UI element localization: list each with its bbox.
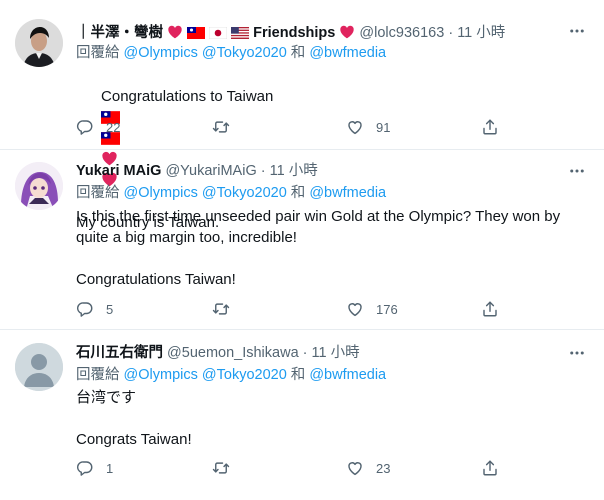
mention-link[interactable]: @bwfmedia [309, 185, 386, 201]
reply-prefix: 回覆給 [76, 367, 120, 383]
japan-flag-icon [209, 27, 227, 39]
default-profile-icon [15, 343, 63, 391]
tweet-3[interactable]: 石川五右衛門 @5uemon_Ishikawa · 11 小時 回覆給 @Oly… [0, 330, 604, 500]
like-count: 91 [376, 119, 391, 135]
reply-and: 和 [290, 45, 306, 61]
display-name[interactable]: ｜半澤・彎樹 [76, 25, 163, 41]
share-button[interactable] [481, 458, 499, 478]
action-bar: 1 23 [76, 458, 516, 478]
share-upload-icon [481, 118, 499, 136]
display-name[interactable]: 石川五右衛門 [76, 345, 163, 361]
like-count: 176 [376, 301, 398, 317]
replying-to: 回覆給 @Olympics @Tokyo2020 和 @bwfmedia [76, 365, 386, 385]
more-dots-icon[interactable] [568, 344, 586, 362]
like-button[interactable]: 23 [346, 458, 390, 478]
retweet-button[interactable] [212, 117, 242, 137]
reply-bubble-icon [76, 300, 94, 318]
reply-and: 和 [290, 185, 306, 201]
tweet-text: Is this the first time unseeded pair win… [76, 206, 566, 290]
timestamp[interactable]: 11 小時 [270, 163, 318, 179]
share-upload-icon [481, 300, 499, 318]
share-button[interactable] [481, 117, 499, 137]
mention-link[interactable]: @Tokyo2020 [202, 45, 287, 61]
mention-link[interactable]: @bwfmedia [309, 45, 386, 61]
separator-dot: · [260, 163, 266, 179]
heart-outline-icon [346, 459, 364, 477]
retweet-button[interactable] [212, 299, 242, 319]
action-bar: 5 176 [76, 299, 516, 319]
avatar[interactable] [15, 343, 63, 391]
mention-link[interactable]: @bwfmedia [309, 367, 386, 383]
separator-dot: · [448, 25, 454, 41]
mention-link[interactable]: @Olympics [124, 185, 198, 201]
avatar[interactable] [15, 162, 63, 210]
tweet-text-content: Is this the first time unseeded pair win… [76, 208, 561, 288]
tweet-2[interactable]: Yukari MAiG @YukariMAiG · 11 小時 回覆給 @Oly… [0, 150, 604, 330]
replying-to: 回覆給 @Olympics @Tokyo2020 和 @bwfmedia [76, 183, 386, 203]
mention-link[interactable]: @Tokyo2020 [202, 367, 287, 383]
timestamp[interactable]: 11 小時 [457, 25, 505, 41]
red-heart-emoji-icon [339, 24, 355, 40]
like-count: 23 [376, 460, 391, 476]
reply-button[interactable]: 22 [76, 117, 120, 137]
timestamp[interactable]: 11 小時 [312, 345, 360, 361]
reply-button[interactable]: 5 [76, 299, 113, 319]
reply-button[interactable]: 1 [76, 458, 113, 478]
retweet-button[interactable] [212, 458, 242, 478]
handle[interactable]: @YukariMAiG [165, 163, 256, 179]
reply-prefix: 回覆給 [76, 185, 120, 201]
separator-dot: · [302, 345, 308, 361]
reply-bubble-icon [76, 118, 94, 136]
heart-outline-icon [346, 118, 364, 136]
like-button[interactable]: 176 [346, 299, 398, 319]
heart-outline-icon [346, 300, 364, 318]
anime-character-avatar-icon [15, 162, 63, 210]
display-name[interactable]: Yukari MAiG [76, 163, 161, 179]
profile-photo-icon [15, 19, 63, 67]
more-dots-icon[interactable] [568, 22, 586, 40]
more-dots-icon[interactable] [568, 162, 586, 180]
reply-prefix: 回覆給 [76, 45, 120, 61]
tweet-header: 石川五右衛門 @5uemon_Ishikawa · 11 小時 [76, 343, 360, 363]
tweet-text-content: 台湾です Congrats Taiwan! [76, 389, 192, 448]
tweet-text-line: Congratulations to Taiwan [101, 88, 274, 105]
reply-count: 22 [106, 119, 121, 135]
reply-and: 和 [290, 367, 306, 383]
display-name-suffix[interactable]: Friendships [253, 25, 335, 41]
share-upload-icon [481, 459, 499, 477]
avatar[interactable] [15, 19, 63, 67]
tweet-text: 台湾です Congrats Taiwan! [76, 387, 576, 450]
us-flag-icon [231, 27, 249, 39]
reply-count: 5 [106, 301, 114, 317]
retweet-icon [212, 459, 230, 477]
share-button[interactable] [481, 299, 499, 319]
tweet-header: Yukari MAiG @YukariMAiG · 11 小時 [76, 161, 318, 181]
like-button[interactable]: 91 [346, 117, 390, 137]
mention-link[interactable]: @Tokyo2020 [202, 185, 287, 201]
action-bar: 22 91 [76, 117, 516, 137]
reply-bubble-icon [76, 459, 94, 477]
reply-count: 1 [106, 460, 114, 476]
red-heart-emoji-icon [167, 24, 183, 40]
replying-to: 回覆給 @Olympics @Tokyo2020 和 @bwfmedia [76, 43, 386, 63]
retweet-icon [212, 300, 230, 318]
handle[interactable]: @5uemon_Ishikawa [167, 345, 299, 361]
mention-link[interactable]: @Olympics [124, 367, 198, 383]
tweet-header: ｜半澤・彎樹 Friendships @lolc936163 · 11 小時 [76, 23, 505, 43]
mention-link[interactable]: @Olympics [124, 45, 198, 61]
taiwan-flag-icon [187, 27, 205, 39]
handle[interactable]: @lolc936163 [359, 25, 444, 41]
tweet-1[interactable]: ｜半澤・彎樹 Friendships @lolc936163 · 11 小時 回… [0, 0, 604, 231]
retweet-icon [212, 118, 230, 136]
